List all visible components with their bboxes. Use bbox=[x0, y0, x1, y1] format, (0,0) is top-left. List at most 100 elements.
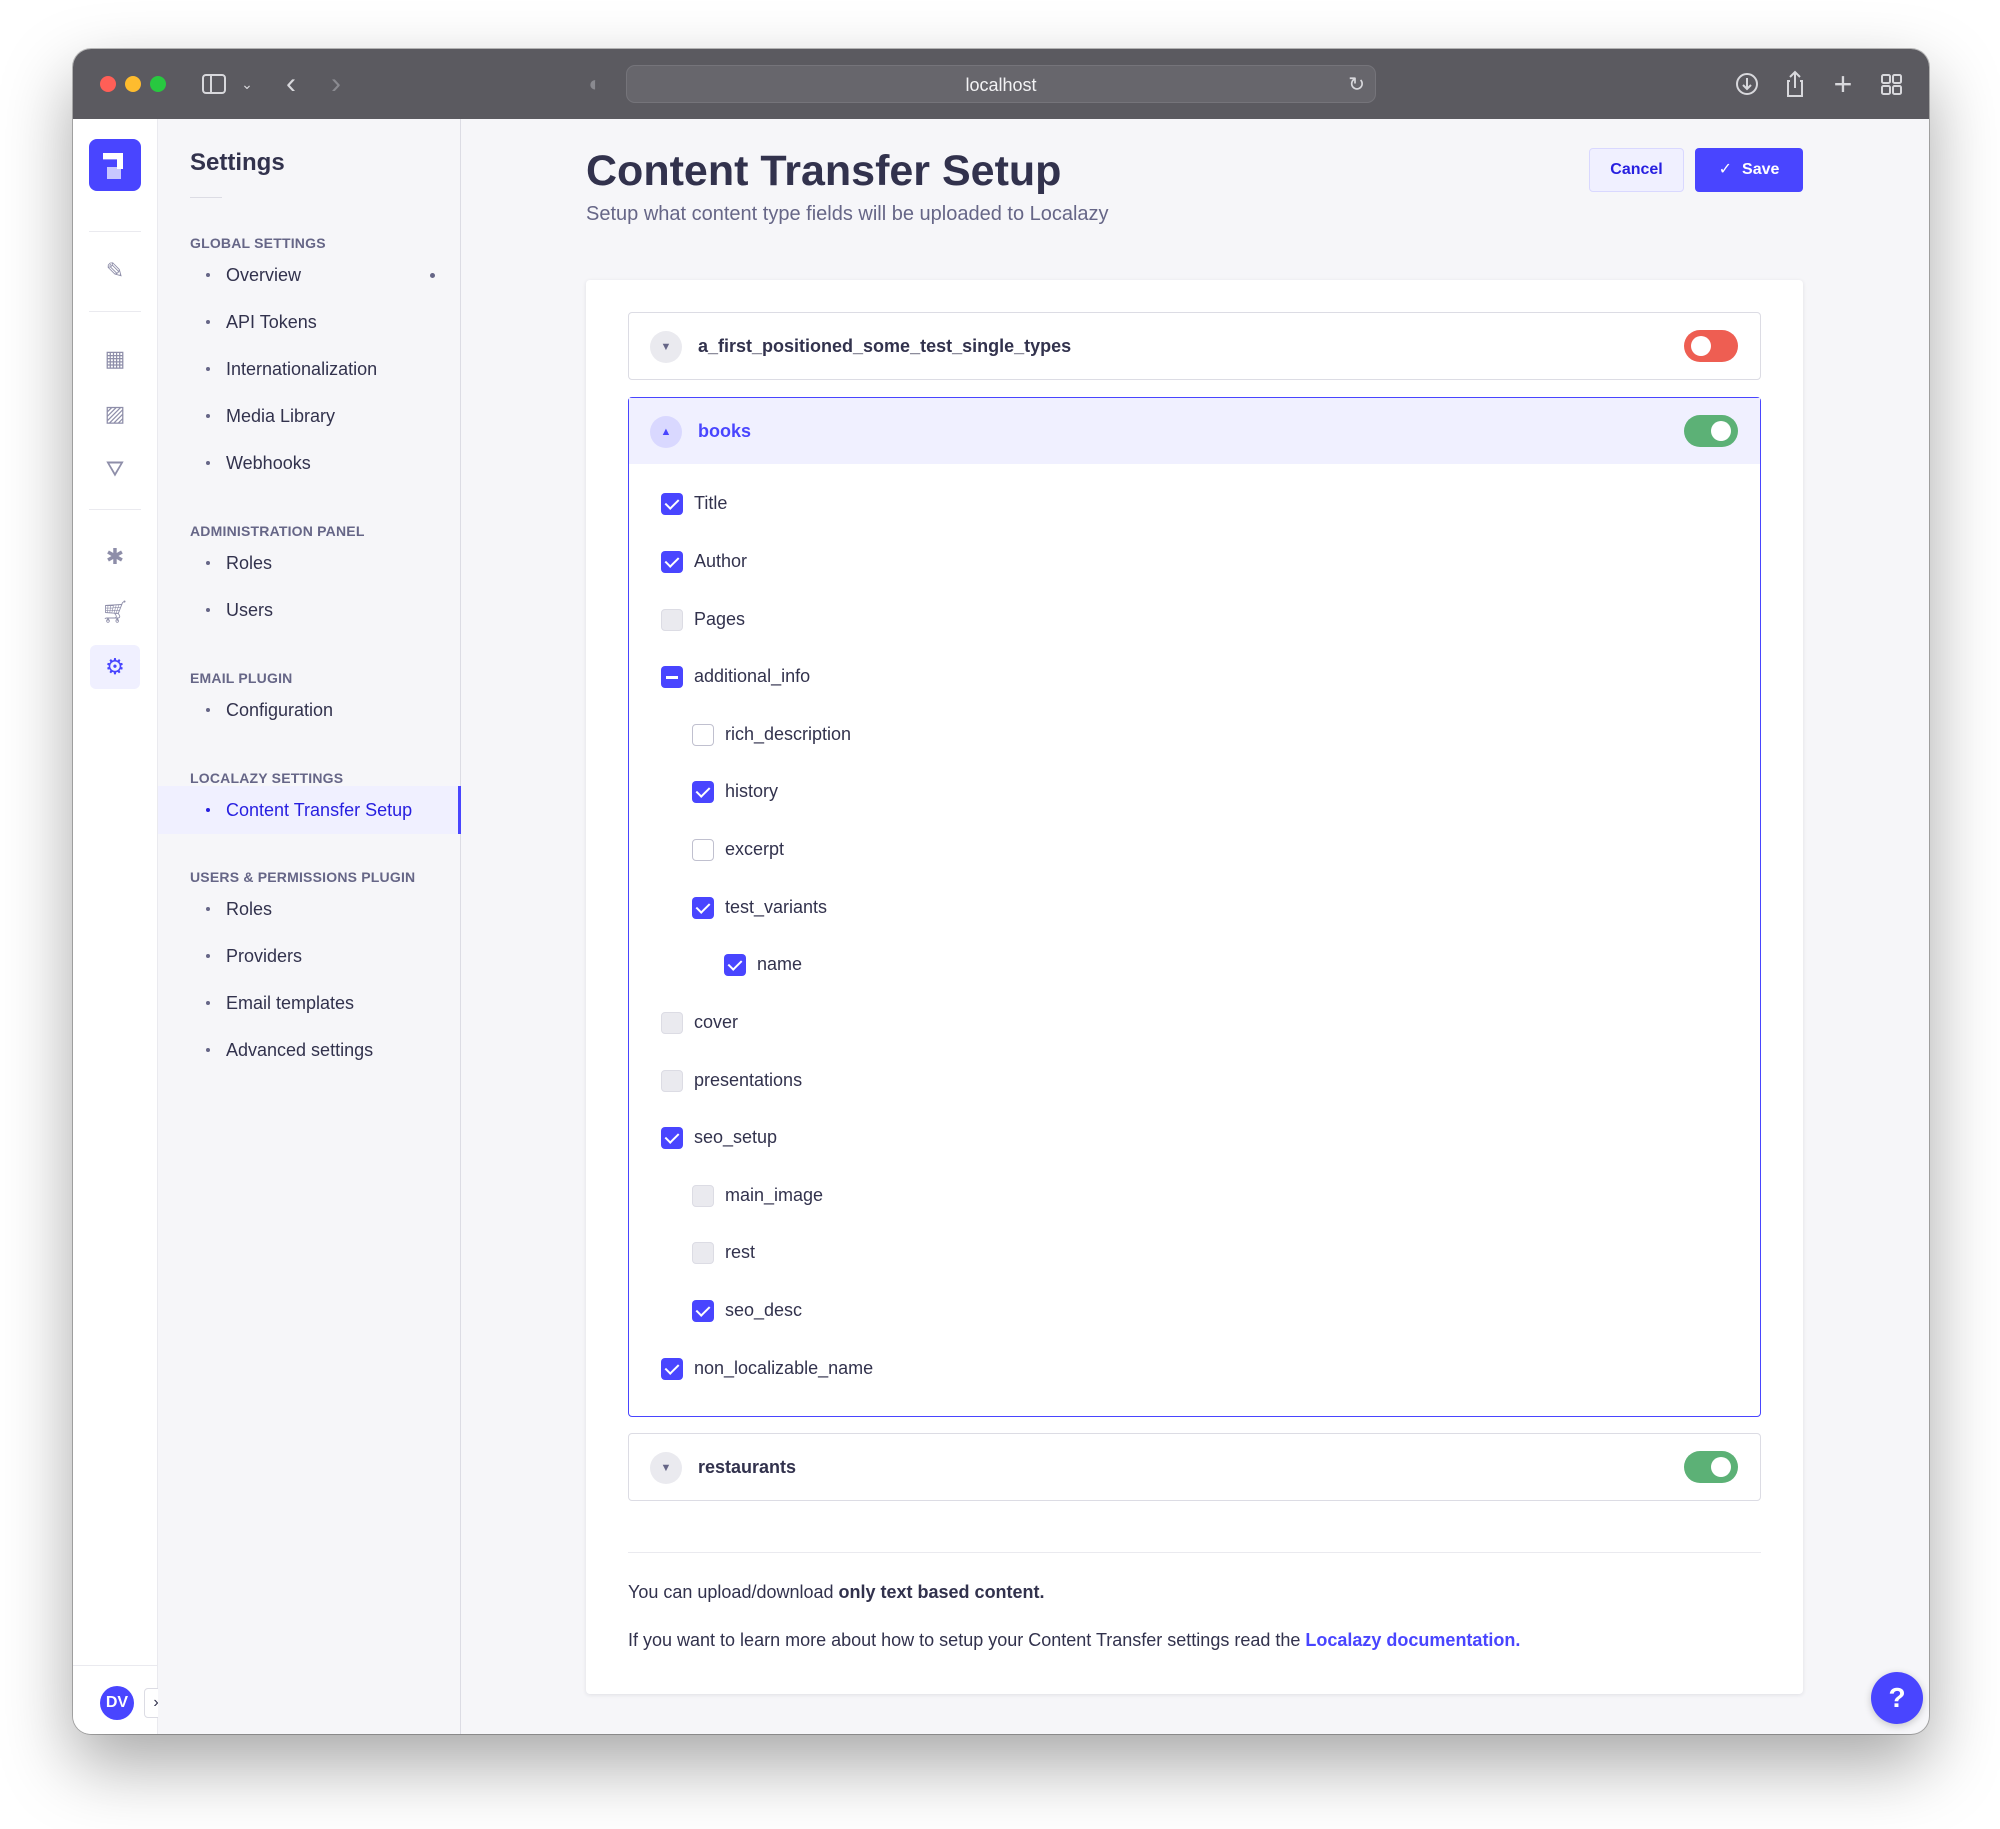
browser-titlebar: ⌄ ‹ › ◐ localhost ↻ + bbox=[73, 49, 1929, 119]
field-checkbox[interactable] bbox=[661, 551, 683, 573]
nav-item-api-tokens[interactable]: API Tokens bbox=[158, 298, 461, 346]
reload-icon[interactable]: ↻ bbox=[1348, 66, 1365, 104]
content-type-toggle[interactable] bbox=[1684, 1451, 1738, 1483]
field-label: additional_info bbox=[694, 666, 811, 686]
nav-item-label: Advanced settings bbox=[226, 1040, 374, 1060]
sidebar-toggle-icon[interactable] bbox=[200, 67, 228, 101]
back-icon[interactable]: ‹ bbox=[279, 67, 303, 101]
plugins-puzzle-icon[interactable]: ✱ bbox=[90, 535, 140, 579]
field-label: presentations bbox=[694, 1070, 803, 1090]
info-text: If you want to learn more about how to s… bbox=[628, 1630, 1306, 1650]
chevron-down-icon[interactable]: ▼ bbox=[650, 1452, 682, 1484]
nav-item-media-library[interactable]: Media Library bbox=[158, 392, 461, 440]
nav-item-admin-users[interactable]: Users bbox=[158, 586, 461, 634]
shield-icon[interactable]: ◐ bbox=[583, 67, 607, 101]
nav-item-internationalization[interactable]: Internationalization bbox=[158, 345, 461, 393]
strapi-logo[interactable] bbox=[89, 139, 141, 191]
main-content: Content Transfer Setup Setup what conten… bbox=[461, 119, 1929, 1734]
field-checkbox[interactable] bbox=[692, 839, 714, 861]
settings-subnav: Settings GLOBAL SETTINGS Overview API To… bbox=[158, 119, 461, 1734]
content-manager-icon[interactable]: ✎ bbox=[90, 249, 140, 293]
content-type-toggle[interactable] bbox=[1684, 415, 1738, 447]
section-localazy-settings: LOCALAZY SETTINGS bbox=[190, 770, 344, 786]
nav-item-label: Providers bbox=[226, 946, 303, 966]
nav-item-label: API Tokens bbox=[226, 312, 317, 332]
content-transfer-card: ▼ a_first_positioned_some_test_single_ty… bbox=[586, 280, 1803, 1694]
subnav-title: Settings bbox=[190, 149, 285, 176]
nav-item-webhooks[interactable]: Webhooks bbox=[158, 439, 461, 487]
field-checkbox[interactable] bbox=[661, 666, 683, 688]
accordion-header[interactable]: ▼ a_first_positioned_some_test_single_ty… bbox=[629, 313, 1760, 379]
page-title: Content Transfer Setup bbox=[586, 147, 1062, 195]
field-label: rest bbox=[725, 1242, 756, 1262]
settings-gear-icon[interactable]: ⚙ bbox=[90, 645, 140, 689]
field-checkbox[interactable] bbox=[692, 724, 714, 746]
new-tab-icon[interactable]: + bbox=[1828, 67, 1858, 101]
nav-item-label: Email templates bbox=[226, 993, 355, 1013]
page-subtitle: Setup what content type fields will be u… bbox=[586, 203, 1109, 225]
share-icon[interactable] bbox=[1780, 67, 1810, 101]
nav-item-providers[interactable]: Providers bbox=[158, 932, 461, 980]
field-checkbox[interactable] bbox=[661, 1358, 683, 1380]
chevron-down-icon[interactable]: ⌄ bbox=[239, 67, 255, 101]
accordion-header[interactable]: ▲ books bbox=[629, 398, 1760, 464]
forward-icon[interactable]: › bbox=[324, 67, 348, 101]
nav-item-email-templates[interactable]: Email templates bbox=[158, 979, 461, 1027]
media-library-icon[interactable]: ▨ bbox=[90, 392, 140, 436]
minimize-window-button[interactable] bbox=[125, 76, 141, 92]
cancel-button[interactable]: Cancel bbox=[1589, 148, 1684, 192]
toggle-knob bbox=[1711, 421, 1731, 441]
nav-item-up-roles[interactable]: Roles bbox=[158, 885, 461, 933]
download-icon[interactable] bbox=[1732, 67, 1762, 101]
nav-item-label: Internationalization bbox=[226, 359, 378, 379]
content-type-accordion: ▼ a_first_positioned_some_test_single_ty… bbox=[628, 312, 1761, 380]
field-checkbox[interactable] bbox=[661, 1127, 683, 1149]
field-label: seo_desc bbox=[725, 1300, 803, 1320]
field-label: Author bbox=[694, 551, 748, 571]
field-checkbox[interactable] bbox=[692, 1300, 714, 1322]
close-window-button[interactable] bbox=[100, 76, 116, 92]
tab-overview-icon[interactable] bbox=[1876, 67, 1906, 101]
field-checkbox[interactable] bbox=[692, 897, 714, 919]
nav-item-email-configuration[interactable]: Configuration bbox=[158, 686, 461, 734]
field-checkbox[interactable] bbox=[724, 954, 746, 976]
zoom-window-button[interactable] bbox=[150, 76, 166, 92]
nav-item-label: Roles bbox=[226, 553, 273, 573]
field-checkbox bbox=[661, 1012, 683, 1034]
update-dot-icon bbox=[430, 273, 435, 278]
section-users-permissions-plugin: USERS & PERMISSIONS PLUGIN bbox=[190, 869, 416, 885]
field-checkbox[interactable] bbox=[692, 781, 714, 803]
localazy-documentation-link[interactable]: Localazy documentation. bbox=[1305, 1630, 1520, 1650]
localazy-plugin-icon[interactable]: ⛛ bbox=[90, 447, 140, 491]
nav-item-content-transfer-setup[interactable]: Content Transfer Setup bbox=[158, 786, 461, 834]
nav-item-advanced-settings[interactable]: Advanced settings bbox=[158, 1026, 461, 1074]
save-button[interactable]: ✓ Save bbox=[1695, 148, 1803, 192]
help-button[interactable]: ? bbox=[1871, 1672, 1923, 1724]
nav-item-label: Users bbox=[226, 600, 274, 620]
toggle-knob bbox=[1691, 336, 1711, 356]
field-checkbox[interactable] bbox=[661, 493, 683, 515]
nav-item-overview[interactable]: Overview bbox=[158, 251, 461, 299]
content-type-name: restaurants bbox=[698, 1457, 797, 1477]
section-email-plugin: EMAIL PLUGIN bbox=[190, 670, 293, 686]
user-avatar[interactable]: DV bbox=[100, 1686, 134, 1720]
content-type-toggle[interactable] bbox=[1684, 330, 1738, 362]
chevron-down-icon[interactable]: ▼ bbox=[650, 331, 682, 363]
section-global-settings: GLOBAL SETTINGS bbox=[190, 235, 326, 251]
main-nav-rail: ✎ ▦ ▨ ⛛ ✱ 🛒︎ ⚙ DV › bbox=[73, 119, 168, 1734]
field-checkbox bbox=[692, 1242, 714, 1264]
toggle-knob bbox=[1711, 1457, 1731, 1477]
address-bar[interactable]: localhost ↻ bbox=[626, 65, 1376, 103]
content-type-name: books bbox=[698, 421, 752, 441]
content-type-builder-icon[interactable]: ▦ bbox=[90, 337, 140, 381]
accordion-header[interactable]: ▼ restaurants bbox=[629, 1434, 1760, 1500]
save-button-label: Save bbox=[1742, 161, 1780, 178]
field-checkbox bbox=[661, 609, 683, 631]
content-type-name: a_first_positioned_some_test_single_type… bbox=[698, 336, 1072, 356]
content-type-accordion: ▼ restaurants bbox=[628, 1433, 1761, 1501]
info-divider bbox=[628, 1552, 1761, 1553]
section-administration-panel: ADMINISTRATION PANEL bbox=[190, 523, 365, 539]
marketplace-cart-icon[interactable]: 🛒︎ bbox=[90, 590, 140, 634]
chevron-up-icon[interactable]: ▲ bbox=[650, 416, 682, 448]
nav-item-admin-roles[interactable]: Roles bbox=[158, 539, 461, 587]
